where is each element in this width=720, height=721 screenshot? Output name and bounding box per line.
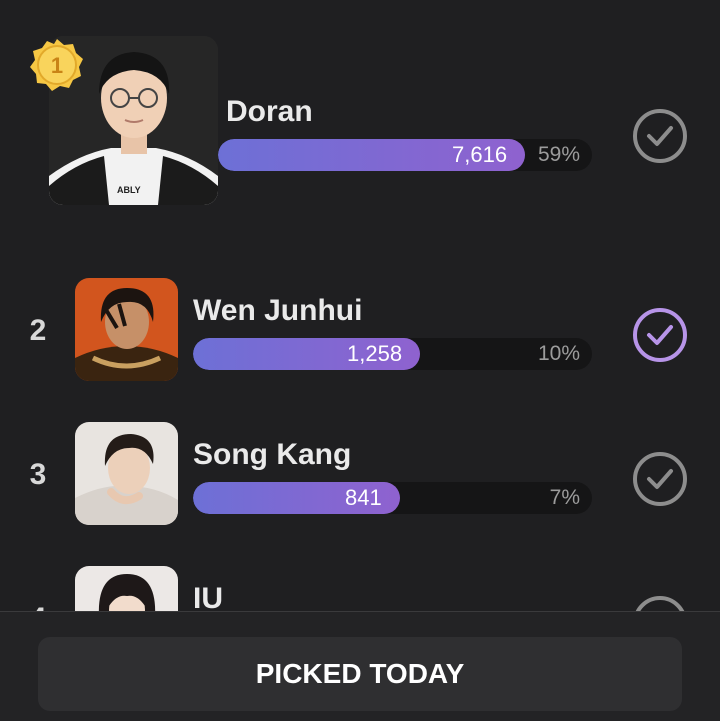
vote-button[interactable] bbox=[633, 308, 687, 362]
vote-button[interactable] bbox=[633, 452, 687, 506]
vote-count: 7,616 bbox=[452, 142, 508, 167]
vote-count: 841 bbox=[345, 485, 382, 510]
vote-percent: 10% bbox=[537, 342, 580, 365]
entry-name: Song Kang bbox=[193, 438, 352, 471]
vote-button[interactable] bbox=[633, 109, 687, 163]
vote-percent: 59% bbox=[537, 143, 580, 166]
song-kang-photo bbox=[75, 422, 178, 525]
vote-bar: 1,258 10% bbox=[193, 338, 592, 370]
check-icon bbox=[647, 325, 673, 345]
vote-bar: 7,616 59% bbox=[218, 139, 592, 171]
avatar-wen-junhui[interactable] bbox=[75, 278, 178, 381]
svg-text:1: 1 bbox=[51, 53, 63, 78]
entry-name: Doran bbox=[226, 95, 313, 128]
vote-percent: 7% bbox=[549, 486, 580, 509]
rank-number: 3 bbox=[29, 458, 47, 491]
gold-medal-icon: 1 bbox=[30, 38, 84, 92]
check-icon bbox=[647, 469, 673, 489]
vote-count: 1,258 bbox=[347, 341, 403, 366]
svg-text:ABLY: ABLY bbox=[117, 185, 141, 195]
entry-name: Wen Junhui bbox=[193, 294, 363, 327]
picked-today-button[interactable]: PICKED TODAY bbox=[38, 637, 682, 711]
rank-number: 2 bbox=[29, 314, 47, 347]
check-icon bbox=[647, 126, 673, 146]
vote-bar: 841 7% bbox=[193, 482, 592, 514]
ranking-row-3: 3 Song Kang 841 7% bbox=[0, 414, 720, 539]
ranking-row-1: ABLY 1 Doran 7,616 59% bbox=[0, 0, 720, 240]
bottom-action-bar: PICKED TODAY bbox=[0, 611, 720, 721]
wen-junhui-photo bbox=[75, 278, 178, 381]
avatar-song-kang[interactable] bbox=[75, 422, 178, 525]
ranking-row-2: 2 Wen Junhui 1,258 10% bbox=[0, 270, 720, 395]
